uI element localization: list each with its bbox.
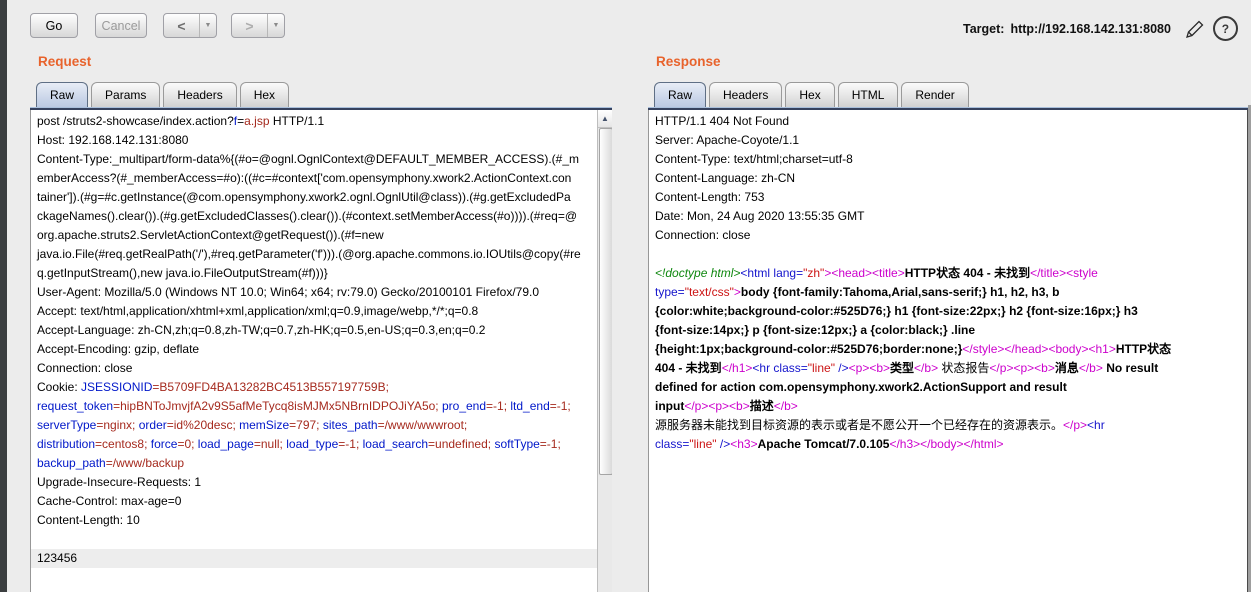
- request-raw-line: Content-Type:_multipart/form-data%{(#o=@…: [31, 150, 597, 169]
- cancel-button[interactable]: Cancel: [95, 13, 147, 38]
- response-raw-line: Date: Mon, 24 Aug 2020 13:55:35 GMT: [649, 207, 1247, 226]
- response-viewer: HTTP/1.1 404 Not FoundServer: Apache-Coy…: [648, 110, 1248, 592]
- response-tab-html[interactable]: HTML: [838, 82, 899, 107]
- request-raw-line: tainer']).(#g=#c.getInstance(@com.opensy…: [31, 188, 597, 207]
- request-raw-line: User-Agent: Mozilla/5.0 (Windows NT 10.0…: [31, 283, 597, 302]
- request-raw-line: backup_path=/www/backup: [31, 454, 597, 473]
- request-raw-line: Host: 192.168.142.131:8080: [31, 131, 597, 150]
- request-tab-hex[interactable]: Hex: [240, 82, 289, 107]
- burp-repeater-screen: { "toolbar": { "go": "Go", "cancel": "Ca…: [0, 0, 1251, 592]
- request-raw-line: [31, 530, 597, 549]
- go-button[interactable]: Go: [30, 13, 78, 38]
- target-bar: Target: http://192.168.142.131:8080 ?: [963, 16, 1238, 41]
- history-back-button[interactable]: < ▼: [163, 13, 217, 38]
- request-raw-line: request_token=hipBNToJmvjfA2v9S5afMeTycq…: [31, 397, 597, 416]
- request-editor[interactable]: post /struts2-showcase/index.action?f=a.…: [30, 110, 612, 592]
- forward-dropdown-icon[interactable]: ▼: [267, 14, 284, 37]
- forward-arrow-icon[interactable]: >: [232, 18, 267, 34]
- response-raw-line: {color:white;background-color:#525D76;} …: [649, 302, 1247, 321]
- request-tabstrip: RawParamsHeadersHex: [36, 81, 292, 107]
- request-raw-line: Accept-Language: zh-CN,zh;q=0.8,zh-TW;q=…: [31, 321, 597, 340]
- request-tab-headers[interactable]: Headers: [163, 82, 236, 107]
- response-tab-render[interactable]: Render: [901, 82, 968, 107]
- request-tab-params[interactable]: Params: [91, 82, 160, 107]
- response-raw-line: Connection: close: [649, 226, 1247, 245]
- request-raw-line: Cache-Control: max-age=0: [31, 492, 597, 511]
- response-raw-line: input</p><p><b>描述</b>: [649, 397, 1247, 416]
- scroll-up-icon[interactable]: ▲: [598, 110, 612, 128]
- response-tabstrip: RawHeadersHexHTMLRender: [654, 81, 972, 107]
- request-panel: Request RawParamsHeadersHex post /struts…: [30, 48, 612, 592]
- response-raw-line: Content-Type: text/html;charset=utf-8: [649, 150, 1247, 169]
- window-left-strip: [0, 0, 7, 592]
- response-raw-line: type="text/css">body {font-family:Tahoma…: [649, 283, 1247, 302]
- request-raw-text[interactable]: post /struts2-showcase/index.action?f=a.…: [31, 110, 597, 568]
- back-dropdown-icon[interactable]: ▼: [199, 14, 216, 37]
- request-raw-line: org.apache.struts2.ServletActionContext@…: [31, 226, 597, 245]
- response-raw-text: HTTP/1.1 404 Not FoundServer: Apache-Coy…: [649, 110, 1247, 454]
- response-raw-line: 404 - 未找到</h1><hr class="line" /><p><b>类…: [649, 359, 1247, 378]
- response-tab-hex[interactable]: Hex: [785, 82, 834, 107]
- response-raw-line: <!doctype html><html lang="zh"><head><ti…: [649, 264, 1247, 283]
- target-url: http://192.168.142.131:8080: [1010, 22, 1171, 36]
- target-label: Target:: [963, 22, 1004, 36]
- response-raw-line: Content-Language: zh-CN: [649, 169, 1247, 188]
- request-raw-line: java.io.File(#req.getRealPath('/'),#req.…: [31, 245, 597, 264]
- response-raw-line: HTTP/1.1 404 Not Found: [649, 112, 1247, 131]
- request-raw-line: Accept-Encoding: gzip, deflate: [31, 340, 597, 359]
- response-raw-line: {height:1px;background-color:#525D76;bor…: [649, 340, 1247, 359]
- request-raw-line: Connection: close: [31, 359, 597, 378]
- request-raw-line: Upgrade-Insecure-Requests: 1: [31, 473, 597, 492]
- request-scrollbar[interactable]: ▲: [597, 110, 612, 592]
- request-raw-line: 123456: [31, 549, 597, 568]
- request-raw-line: serverType=nginx; order=id%20desc; memSi…: [31, 416, 597, 435]
- response-tab-raw[interactable]: Raw: [654, 82, 706, 107]
- request-panel-title: Request: [38, 54, 91, 69]
- edit-target-pencil-icon[interactable]: [1183, 17, 1207, 41]
- response-tab-headers[interactable]: Headers: [709, 82, 782, 107]
- request-raw-line: q.getInputStream(),new java.io.FileOutpu…: [31, 264, 597, 283]
- request-raw-line: Cookie: JSESSIONID=B5709FD4BA13282BC4513…: [31, 378, 597, 397]
- response-raw-line: [649, 245, 1247, 264]
- response-raw-line: Content-Length: 753: [649, 188, 1247, 207]
- request-raw-line: Content-Length: 10: [31, 511, 597, 530]
- response-panel-title: Response: [656, 54, 721, 69]
- help-icon[interactable]: ?: [1213, 16, 1238, 41]
- request-scrollbar-thumb[interactable]: [599, 128, 612, 475]
- request-tab-raw[interactable]: Raw: [36, 82, 88, 107]
- response-raw-line: Server: Apache-Coyote/1.1: [649, 131, 1247, 150]
- request-raw-line: post /struts2-showcase/index.action?f=a.…: [31, 112, 597, 131]
- request-raw-line: ckageNames().clear()).(#g.getExcludedCla…: [31, 207, 597, 226]
- response-panel: Response RawHeadersHexHTMLRender HTTP/1.…: [648, 48, 1248, 592]
- request-raw-line: Accept: text/html,application/xhtml+xml,…: [31, 302, 597, 321]
- history-forward-button[interactable]: > ▼: [231, 13, 285, 38]
- response-raw-line: 源服务器未能找到目标资源的表示或者是不愿公开一个已经存在的资源表示。</p><h…: [649, 416, 1247, 435]
- response-raw-line: {font-size:14px;} p {font-size:12px;} a …: [649, 321, 1247, 340]
- response-raw-line: defined for action com.opensymphony.xwor…: [649, 378, 1247, 397]
- request-raw-line: emberAccess?(#_memberAccess=#o):((#c=#co…: [31, 169, 597, 188]
- back-arrow-icon[interactable]: <: [164, 18, 199, 34]
- request-raw-line: distribution=centos8; force=0; load_page…: [31, 435, 597, 454]
- response-raw-line: class="line" /><h3>Apache Tomcat/7.0.105…: [649, 435, 1247, 454]
